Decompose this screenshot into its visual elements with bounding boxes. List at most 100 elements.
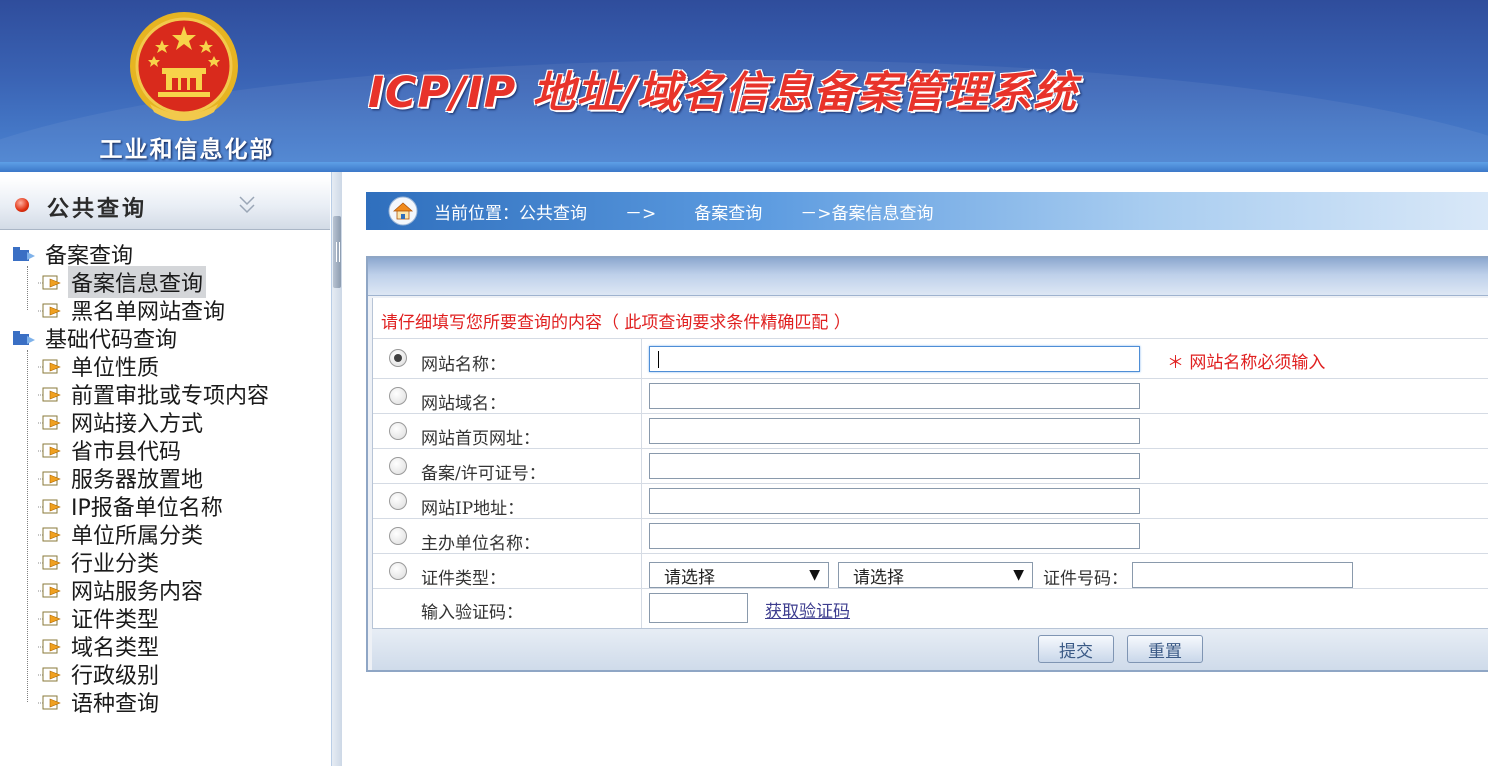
submit-button[interactable]: 提交: [1038, 635, 1114, 663]
row-divider: [373, 448, 1488, 449]
site-ip-input[interactable]: [649, 488, 1140, 514]
cert-type-label: 证件类型：: [421, 569, 506, 589]
tree-item-pre-approval[interactable]: 前置审批或专项内容: [38, 380, 272, 409]
row-divider: [373, 378, 1488, 379]
dropdown-arrow-icon: ▼: [809, 567, 820, 583]
tree-item-service-content[interactable]: 网站服务内容: [38, 576, 206, 605]
document-arrow-icon: [38, 443, 61, 458]
captcha-label: 输入验证码：: [421, 603, 523, 623]
bullet-icon: [15, 198, 29, 212]
tree-item-label: 语种查询: [71, 692, 160, 717]
sponsor-name-input[interactable]: [649, 523, 1140, 549]
cert-type-select[interactable]: 请选择 ▼: [838, 562, 1033, 588]
get-captcha-link[interactable]: 获取验证码: [765, 597, 850, 622]
tree-item-region-code[interactable]: 省市县代码: [38, 436, 184, 465]
double-chevron-down-icon[interactable]: [236, 194, 258, 216]
ministry-name: 工业和信息化部: [99, 137, 275, 163]
row-divider: [373, 338, 1488, 339]
tree-item-record-info-query[interactable]: 备案信息查询: [38, 266, 207, 298]
document-arrow-icon: [38, 639, 61, 654]
system-title: ICP/IP 地址/域名信息备案管理系统: [368, 68, 1077, 118]
site-name-radio[interactable]: [389, 349, 407, 367]
header-strip: [0, 162, 1488, 172]
site-name-label: 网站名称：: [421, 355, 506, 375]
breadcrumb-current: 当前位置：公共查询: [434, 203, 587, 224]
form-button-bar: 提交 重置: [372, 628, 1488, 670]
document-arrow-icon: [38, 555, 61, 570]
tree-item-domain-type[interactable]: 域名类型: [38, 632, 162, 661]
tree-connector: [27, 266, 28, 310]
cert-no-label: 证件号码：: [1043, 569, 1128, 589]
tree-item-cert-type[interactable]: 证件类型: [38, 604, 162, 633]
sponsor-name-radio[interactable]: [389, 527, 407, 545]
breadcrumb-record-query[interactable]: 备案查询: [694, 199, 762, 224]
panel-header: [368, 258, 1488, 296]
tree-group-base-code-query[interactable]: 基础代码查询: [12, 324, 180, 353]
license-no-input[interactable]: [649, 453, 1140, 479]
required-hint: ＊ 网站名称必须输入: [1167, 353, 1326, 373]
sidebar: 公共查询 备案查询 备案信息查询 黑名单网站查询 基础代码查询 单位性质 前置审…: [0, 172, 332, 766]
cert-category-select[interactable]: 请选择 ▼: [649, 562, 829, 588]
select-value: 请选择: [853, 567, 904, 588]
site-homepage-label: 网站首页网址：: [421, 429, 540, 449]
sidebar-title: 公共查询: [47, 197, 148, 222]
tree-group-record-query[interactable]: 备案查询: [12, 240, 136, 269]
site-domain-radio[interactable]: [389, 387, 407, 405]
row-divider: [373, 588, 1488, 589]
cert-no-input[interactable]: [1132, 562, 1353, 588]
tree-item-blacklist-query[interactable]: 黑名单网站查询: [38, 296, 228, 325]
document-arrow-icon: [38, 499, 61, 514]
reset-button[interactable]: 重置: [1127, 635, 1203, 663]
tree-item-industry[interactable]: 行业分类: [38, 548, 162, 577]
folder-icon: [13, 331, 35, 345]
sidebar-splitter: [332, 172, 342, 766]
breadcrumb: 当前位置：公共查询 －> 备案查询 －>备案信息查询: [366, 192, 1488, 230]
breadcrumb-record-info-query: －>备案信息查询: [800, 203, 934, 224]
form-notice: 请仔细填写您所要查询的内容（ 此项查询要求条件精确匹配 ）: [381, 313, 851, 333]
home-icon[interactable]: [388, 196, 418, 226]
breadcrumb-separator: －>: [625, 203, 657, 224]
query-panel: 请仔细填写您所要查询的内容（ 此项查询要求条件精确匹配 ） 网站名称： ＊ 网站…: [366, 256, 1488, 672]
tree-item-server-location[interactable]: 服务器放置地: [38, 464, 206, 493]
text-caret: [658, 351, 659, 368]
document-arrow-icon: [38, 359, 61, 374]
document-arrow-icon: [38, 303, 61, 318]
tree-item-ip-reporter[interactable]: IP报备单位名称: [38, 492, 226, 521]
splitter-handle[interactable]: [333, 216, 341, 288]
query-form: 请仔细填写您所要查询的内容（ 此项查询要求条件精确匹配 ） 网站名称： ＊ 网站…: [372, 298, 1488, 628]
document-arrow-icon: [38, 415, 61, 430]
document-arrow-icon: [38, 611, 61, 626]
sidebar-header: 公共查询: [0, 178, 330, 230]
tree-item-language-query[interactable]: 语种查询: [38, 688, 162, 717]
tree-item-access-method[interactable]: 网站接入方式: [38, 408, 206, 437]
national-emblem-icon: [130, 12, 238, 121]
dropdown-arrow-icon: ▼: [1013, 567, 1024, 583]
site-name-input[interactable]: [649, 346, 1140, 372]
document-arrow-icon: [38, 695, 61, 710]
site-ip-label: 网站IP地址：: [421, 499, 525, 519]
row-divider: [373, 413, 1488, 414]
site-ip-radio[interactable]: [389, 492, 407, 510]
captcha-input[interactable]: [649, 593, 748, 623]
license-no-radio[interactable]: [389, 457, 407, 475]
document-arrow-icon: [38, 471, 61, 486]
document-arrow-icon: [38, 667, 61, 682]
folder-icon: [13, 247, 35, 261]
site-domain-label: 网站域名：: [421, 394, 506, 414]
tree-connector: [27, 350, 28, 702]
document-arrow-icon: [38, 527, 61, 542]
site-homepage-radio[interactable]: [389, 422, 407, 440]
tree-item-org-category[interactable]: 单位所属分类: [38, 520, 206, 549]
column-divider: [641, 338, 642, 628]
tree-item-admin-level[interactable]: 行政级别: [38, 660, 162, 689]
document-arrow-icon: [38, 275, 61, 290]
tree-item-org-nature[interactable]: 单位性质: [38, 352, 162, 381]
row-divider: [373, 553, 1488, 554]
cert-type-radio[interactable]: [389, 562, 407, 580]
select-value: 请选择: [664, 567, 715, 588]
site-domain-input[interactable]: [649, 383, 1140, 409]
site-header: 工业和信息化部 ICP/IP 地址/域名信息备案管理系统: [0, 0, 1488, 172]
site-homepage-input[interactable]: [649, 418, 1140, 444]
document-arrow-icon: [38, 387, 61, 402]
sponsor-name-label: 主办单位名称：: [421, 534, 540, 554]
